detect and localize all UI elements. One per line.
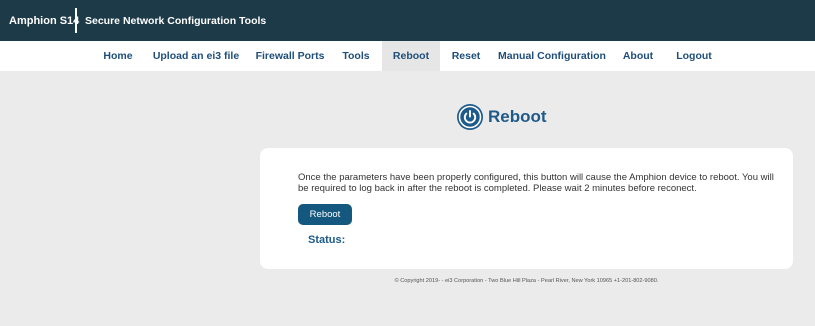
nav-item-logout[interactable]: Logout (670, 41, 718, 71)
footer-copyright: © Copyright 2019- - ei3 Corporation - Tw… (394, 278, 659, 284)
reboot-card: Once the parameters have been properly c… (260, 148, 793, 269)
nav-item-upload[interactable]: Upload an ei3 file (147, 41, 245, 71)
nav-item-reboot[interactable]: Reboot (382, 41, 440, 71)
nav-item-firewall-ports[interactable]: Firewall Ports (250, 41, 330, 71)
nav-item-about[interactable]: About (617, 41, 659, 71)
page-title: Reboot (488, 107, 547, 126)
nav-item-manual-configuration[interactable]: Manual Configuration (495, 41, 609, 71)
reboot-description: Once the parameters have been properly c… (298, 172, 774, 194)
nav-item-tools[interactable]: Tools (337, 41, 375, 71)
power-icon (457, 104, 483, 130)
nav-bar: Home Upload an ei3 file Firewall Ports T… (0, 41, 815, 71)
brand-title: Amphion S14 (9, 14, 80, 27)
nav-item-home[interactable]: Home (96, 41, 140, 71)
page-heading: Reboot (456, 102, 547, 132)
top-header: Amphion S14 Secure Network Configuration… (0, 0, 815, 41)
reboot-button[interactable]: Reboot (298, 204, 352, 225)
header-subtitle: Secure Network Configuration Tools (85, 14, 267, 27)
nav-item-reset[interactable]: Reset (445, 41, 487, 71)
brand-divider (75, 8, 77, 33)
status-label: Status: (308, 234, 346, 246)
